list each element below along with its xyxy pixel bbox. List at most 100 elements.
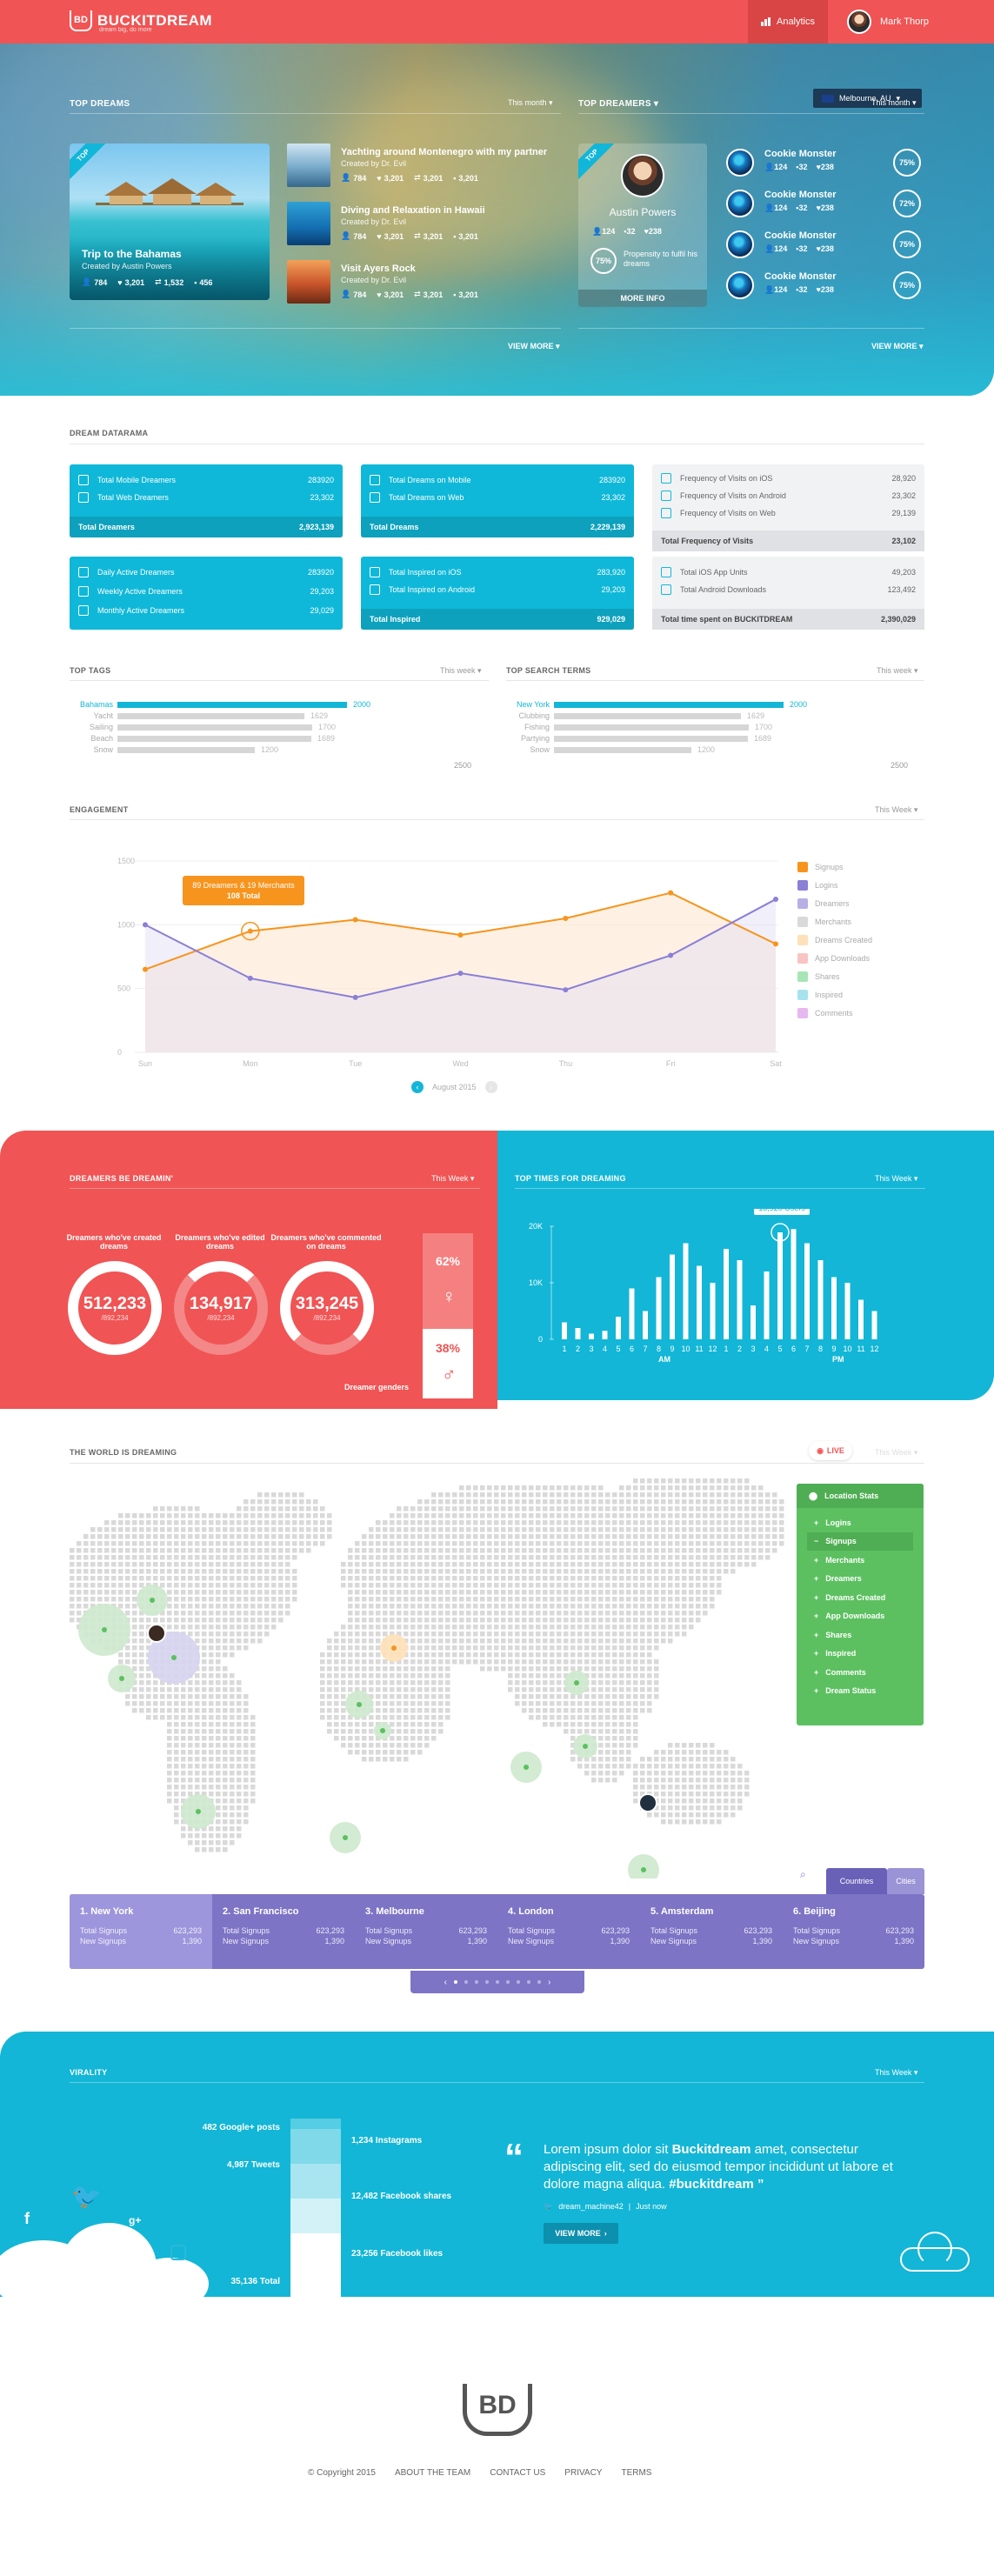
city-card[interactable]: 1. New York Total Signups 623,293 New Signu… (70, 1894, 212, 1969)
location-stat-inspired[interactable]: + Inspired (797, 1645, 924, 1664)
map-dot (591, 1513, 597, 1518)
bar (751, 1305, 756, 1339)
view-more-dreams-link[interactable]: VIEW MORE ▾ (508, 342, 560, 351)
featured-dreamer-card[interactable]: TOP Austin Powers 👤124 ▪32 ♥238 75% Propen… (578, 143, 707, 307)
dreamer-list-item[interactable]: Cookie Monster 👤124 ▪32 ♥238 75% (726, 266, 924, 304)
pager-dot[interactable] (537, 1980, 541, 1984)
legend-item[interactable]: Dreamers (797, 898, 850, 910)
pager-dot[interactable] (517, 1980, 520, 1984)
location-stat-signups[interactable]: − Signups (807, 1532, 913, 1551)
map-dot (584, 1590, 590, 1595)
footer-link-about[interactable]: ABOUT THE TEAM (395, 2468, 470, 2478)
pager-dot[interactable] (464, 1980, 468, 1984)
map-dot (501, 1534, 506, 1539)
top-terms-period[interactable]: This week ▾ (877, 666, 918, 676)
location-stat-comments[interactable]: + Comments (797, 1663, 924, 1682)
tab-cities[interactable]: Cities (887, 1868, 924, 1894)
map-dot (216, 1771, 221, 1776)
map-dot (410, 1513, 416, 1518)
map-dot (334, 1715, 339, 1720)
location-stat-app-downloads[interactable]: + App Downloads (797, 1607, 924, 1626)
map-dot (77, 1604, 82, 1609)
city-card[interactable]: 4. London Total Signups 623,293 New Signups… (497, 1894, 640, 1969)
location-stat-dream-status[interactable]: + Dream Status (797, 1682, 924, 1701)
toptimes-period[interactable]: This Week ▾ (875, 1174, 917, 1184)
pager-dot[interactable] (506, 1980, 510, 1984)
user-menu[interactable]: Mark Thorp (835, 0, 948, 43)
dreamer-list-item[interactable]: Cookie Monster 👤124 ▪32 ♥238 75% (726, 143, 924, 182)
footer-link-terms[interactable]: TERMS (621, 2468, 651, 2478)
city-card[interactable]: 2. San Francisco Total Signups 623,293 New … (212, 1894, 355, 1969)
map-dot (529, 1520, 534, 1525)
map-dot (424, 1555, 430, 1560)
map-dot (195, 1625, 200, 1630)
city-card[interactable]: 3. Melbourne Total Signups 623,293 New Sign… (355, 1894, 497, 1969)
map-dot (459, 1590, 464, 1595)
map-dot (737, 1778, 743, 1783)
dreamer-list-item[interactable]: Cookie Monster 👤124 ▪32 ♥238 75% (726, 225, 924, 264)
legend-item[interactable]: Dreams Created (797, 934, 872, 946)
search-icon[interactable]: ⌕ (800, 1868, 806, 1881)
pager-dot[interactable] (454, 1980, 457, 1984)
location-stat-dreams-created[interactable]: + Dreams Created (797, 1588, 924, 1607)
city-card[interactable]: 6. Beijing Total Signups 623,293 New Signup… (783, 1894, 924, 1969)
nav-analytics[interactable]: Analytics (748, 0, 828, 43)
virality-period[interactable]: This Week ▾ (875, 2068, 917, 2078)
legend-label: Inspired (815, 991, 844, 999)
pager-dot[interactable] (527, 1980, 530, 1984)
map-dot (557, 1708, 562, 1713)
legend-item[interactable]: Signups (797, 861, 844, 873)
location-stat-logins[interactable]: + Logins (797, 1513, 924, 1532)
map-dot (237, 1833, 242, 1839)
map-dot (564, 1652, 569, 1658)
featured-dream-card[interactable]: TOP Trip to the Bahamas Created by Austi… (70, 143, 270, 300)
legend-swatch (797, 862, 808, 872)
tab-countries[interactable]: Countries (826, 1868, 887, 1894)
top-dreamers-title[interactable]: TOP DREAMERS ▾ (578, 99, 658, 109)
map-dot (529, 1666, 534, 1672)
legend-item[interactable]: Inspired (797, 989, 843, 1001)
dream-list-item[interactable]: Diving and Relaxation in Hawaii Created … (287, 202, 548, 247)
location-stat-shares[interactable]: + Shares (797, 1625, 924, 1645)
legend-item[interactable]: Comments (797, 1007, 853, 1019)
map-dot (431, 1548, 437, 1553)
dream-list-item[interactable]: Visit Ayers Rock Created by Dr. Evil 👤 78… (287, 260, 548, 305)
pager-dot[interactable] (485, 1980, 489, 1984)
legend-item[interactable]: Logins (797, 879, 838, 891)
dreamer-list-item[interactable]: Cookie Monster 👤124 ▪32 ♥238 72% (726, 184, 924, 223)
map-dot (640, 1604, 645, 1609)
brand-logo[interactable]: BD BUCKITDREAM dream big, do more (70, 10, 212, 33)
location-stat-merchants[interactable]: + Merchants (797, 1551, 924, 1570)
live-badge[interactable]: ◉ LIVE (809, 1441, 852, 1460)
pager-dot[interactable] (496, 1980, 499, 1984)
legend-item[interactable]: App Downloads (797, 952, 870, 964)
top-dreamers-period[interactable]: This month ▾ (871, 98, 917, 108)
map-dot (564, 1520, 569, 1525)
map-dot (536, 1576, 541, 1581)
footer-link-contact[interactable]: CONTACT US (490, 2468, 545, 2478)
more-info-button[interactable]: MORE INFO (578, 290, 707, 307)
pager-dot[interactable] (475, 1980, 478, 1984)
top-tags-period[interactable]: This week ▾ (440, 666, 482, 676)
top-dreams-period[interactable]: This month ▾ (508, 98, 553, 108)
engagement-period[interactable]: This Week ▾ (875, 805, 917, 815)
footer-link-privacy[interactable]: PRIVACY (564, 2468, 602, 2478)
view-more-button[interactable]: VIEW MORE › (544, 2223, 618, 2244)
legend-item[interactable]: Merchants (797, 916, 851, 928)
city-card[interactable]: 5. Amsterdam Total Signups 623,293 New Sign… (640, 1894, 783, 1969)
city-pager[interactable]: ‹ › (410, 1971, 584, 1993)
location-stat-dreamers[interactable]: + Dreamers (797, 1570, 924, 1589)
view-more-dreamers-link[interactable]: VIEW MORE ▾ (871, 342, 924, 351)
map-dot (682, 1618, 687, 1623)
world-period[interactable]: This Week ▾ (875, 1448, 917, 1458)
next-month-button[interactable]: › (484, 1081, 497, 1093)
dreamin-period[interactable]: This Week ▾ (431, 1174, 474, 1184)
map-dot (223, 1680, 228, 1685)
map-dot (640, 1673, 645, 1678)
footer-logo[interactable]: BD (463, 2384, 532, 2436)
prev-month-button[interactable]: ‹ (411, 1081, 424, 1093)
map-dot (153, 1701, 158, 1706)
dream-list-item[interactable]: Yachting around Montenegro with my partn… (287, 143, 548, 189)
map-dot (132, 1534, 137, 1539)
legend-item[interactable]: Shares (797, 971, 840, 983)
